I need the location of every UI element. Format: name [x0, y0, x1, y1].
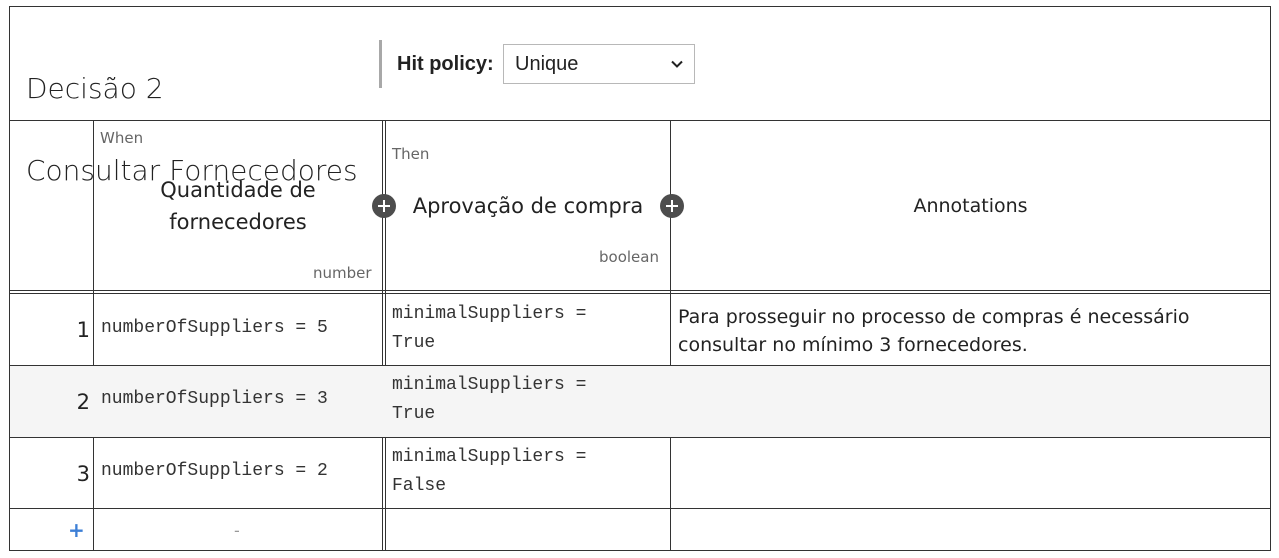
decision-table: Decisão 2 Consultar Fornecedores Hit pol…: [9, 6, 1271, 551]
annotation-line2: consultar no mínimo 3 fornecedores.: [678, 334, 1028, 356]
add-rule-button[interactable]: +: [68, 518, 85, 542]
annotation-line1: Para prosseguir no processo de compras é…: [678, 306, 1190, 328]
chevron-down-icon: [671, 60, 683, 68]
output-entry-cell[interactable]: minimalSuppliers = True: [392, 371, 586, 429]
grid-line: [93, 121, 94, 551]
row-divider: [10, 508, 1270, 509]
header-divider: [10, 293, 1270, 294]
output-entry-line1: minimalSuppliers =: [392, 304, 587, 324]
input-entry-cell[interactable]: numberOfSuppliers = 5: [101, 314, 328, 343]
grid-line: [382, 121, 383, 551]
annotation-cell[interactable]: [678, 375, 1258, 435]
output-column-header[interactable]: Aprovação de compra: [392, 190, 664, 222]
annotation-cell[interactable]: Para prosseguir no processo de compras é…: [678, 303, 1190, 359]
header-separator: [379, 40, 382, 88]
output-entry-line2: True: [392, 333, 436, 353]
hit-policy-label: Hit policy:: [397, 53, 494, 75]
annotations-column-header[interactable]: Annotations: [671, 190, 1270, 222]
input-type-ref[interactable]: number: [313, 264, 372, 282]
output-clause-label: Then: [392, 145, 430, 163]
header-divider: [10, 290, 1270, 291]
input-clause-label: When: [100, 129, 144, 147]
annotation-cell[interactable]: [678, 447, 1258, 505]
row-divider: [10, 365, 1270, 366]
input-column-header[interactable]: Quantidade de fornecedores: [100, 174, 376, 238]
input-entry-cell[interactable]: numberOfSuppliers = 3: [101, 385, 328, 414]
input-entry-cell[interactable]: numberOfSuppliers = 2: [101, 457, 328, 486]
hit-policy-value: Unique: [515, 53, 579, 75]
input-label-line2: fornecedores: [169, 210, 307, 234]
empty-input-placeholder: -: [234, 521, 240, 540]
output-entry-line2: True: [392, 404, 436, 424]
grid-line: [385, 121, 386, 551]
output-entry-cell[interactable]: minimalSuppliers = False: [392, 443, 586, 501]
output-entry-cell[interactable]: minimalSuppliers = True: [392, 300, 586, 358]
grid-line: [670, 121, 671, 551]
hit-policy-select[interactable]: Unique: [503, 44, 695, 84]
row-divider: [10, 437, 1270, 438]
input-label-line1: Quantidade de: [160, 178, 316, 202]
rule-index: 3: [76, 462, 90, 486]
decision-table-header: Decisão 2 Consultar Fornecedores Hit pol…: [10, 7, 1270, 187]
rule-index: 1: [76, 318, 90, 342]
output-entry-line1: minimalSuppliers =: [392, 375, 587, 395]
rule-index: 2: [76, 390, 90, 414]
output-type-ref[interactable]: boolean: [599, 248, 659, 266]
output-entry-line1: minimalSuppliers =: [392, 447, 587, 467]
decision-name-line1: Decisão 2: [26, 72, 164, 105]
output-entry-line2: False: [392, 476, 447, 496]
